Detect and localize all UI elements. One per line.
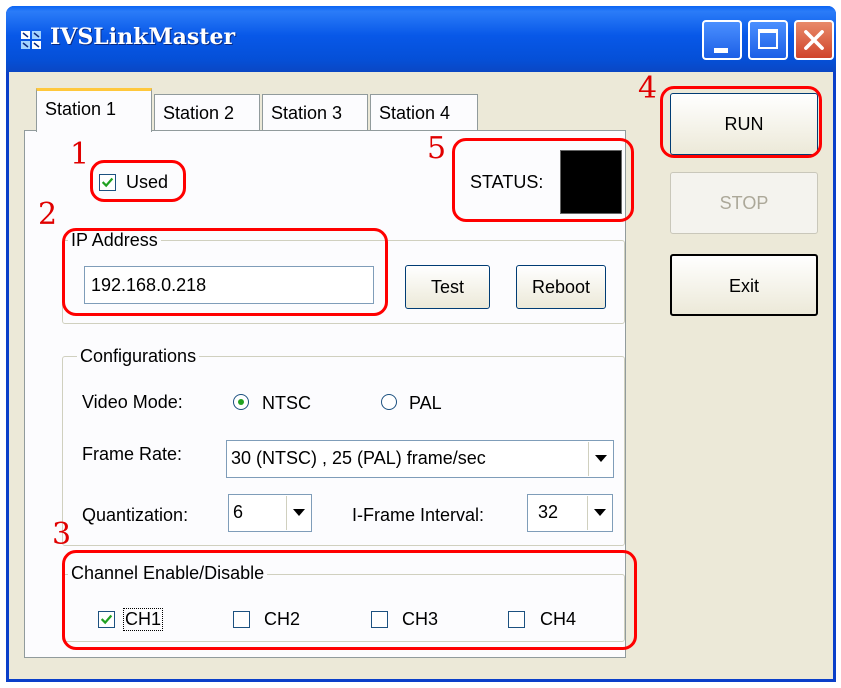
frame-rate-value: 30 (NTSC) , 25 (PAL) frame/sec <box>231 448 486 468</box>
annotation-box-used <box>90 160 186 202</box>
annotation-box-channels <box>62 550 637 650</box>
frame-rate-label: Frame Rate: <box>82 444 183 464</box>
tab-station-4[interactable]: Station 4 <box>370 94 478 132</box>
maximize-icon <box>758 29 778 49</box>
annotation-number-5: 5 <box>427 131 447 166</box>
tab-station-2[interactable]: Station 2 <box>154 94 260 132</box>
quantization-label: Quantization: <box>82 505 189 525</box>
test-button[interactable]: Test <box>405 265 490 309</box>
annotation-number-4: 4 <box>638 71 658 106</box>
close-icon <box>804 30 824 50</box>
ntsc-label: NTSC <box>262 393 311 413</box>
annotation-box-status <box>452 138 634 222</box>
quantization-value: 6 <box>233 502 244 522</box>
annotation-box-run <box>660 86 822 158</box>
chevron-down-icon <box>293 509 305 516</box>
app-icon <box>21 31 41 49</box>
annotation-box-ip <box>62 228 388 316</box>
tab-station-1[interactable]: Station 1 <box>36 88 152 132</box>
annotation-number-2: 2 <box>38 197 58 232</box>
iframe-interval-value: 32 <box>538 502 559 522</box>
chevron-down-icon <box>594 509 606 516</box>
pal-radio[interactable] <box>381 394 397 410</box>
dropdown-arrow-button[interactable] <box>286 496 310 530</box>
configurations-group-title: Configurations <box>77 346 200 367</box>
dropdown-arrow-button[interactable] <box>587 496 611 530</box>
exit-button[interactable]: Exit <box>670 254 818 316</box>
ntsc-radio[interactable] <box>233 394 249 410</box>
maximize-button[interactable] <box>748 20 788 60</box>
iframe-interval-select[interactable]: 32 <box>527 494 613 532</box>
chevron-down-icon <box>595 455 607 462</box>
reboot-button[interactable]: Reboot <box>516 265 606 309</box>
minimize-button[interactable] <box>702 20 742 60</box>
pal-label: PAL <box>409 393 442 413</box>
annotation-number-1: 1 <box>70 137 90 172</box>
annotation-number-3: 3 <box>52 517 72 552</box>
iframe-interval-label: I-Frame Interval: <box>352 505 485 525</box>
minimize-icon <box>714 48 728 53</box>
title-bar[interactable]: IVSLinkMaster <box>6 6 836 72</box>
frame-rate-select[interactable]: 30 (NTSC) , 25 (PAL) frame/sec <box>226 440 614 478</box>
dropdown-arrow-button[interactable] <box>588 442 612 476</box>
radio-selected-dot <box>238 399 244 405</box>
window-title: IVSLinkMaster <box>50 24 236 50</box>
video-mode-label: Video Mode: <box>82 392 183 412</box>
stop-button[interactable]: STOP <box>670 172 818 234</box>
quantization-select[interactable]: 6 <box>228 494 312 532</box>
tab-station-3[interactable]: Station 3 <box>262 94 368 132</box>
close-button[interactable] <box>794 20 834 60</box>
